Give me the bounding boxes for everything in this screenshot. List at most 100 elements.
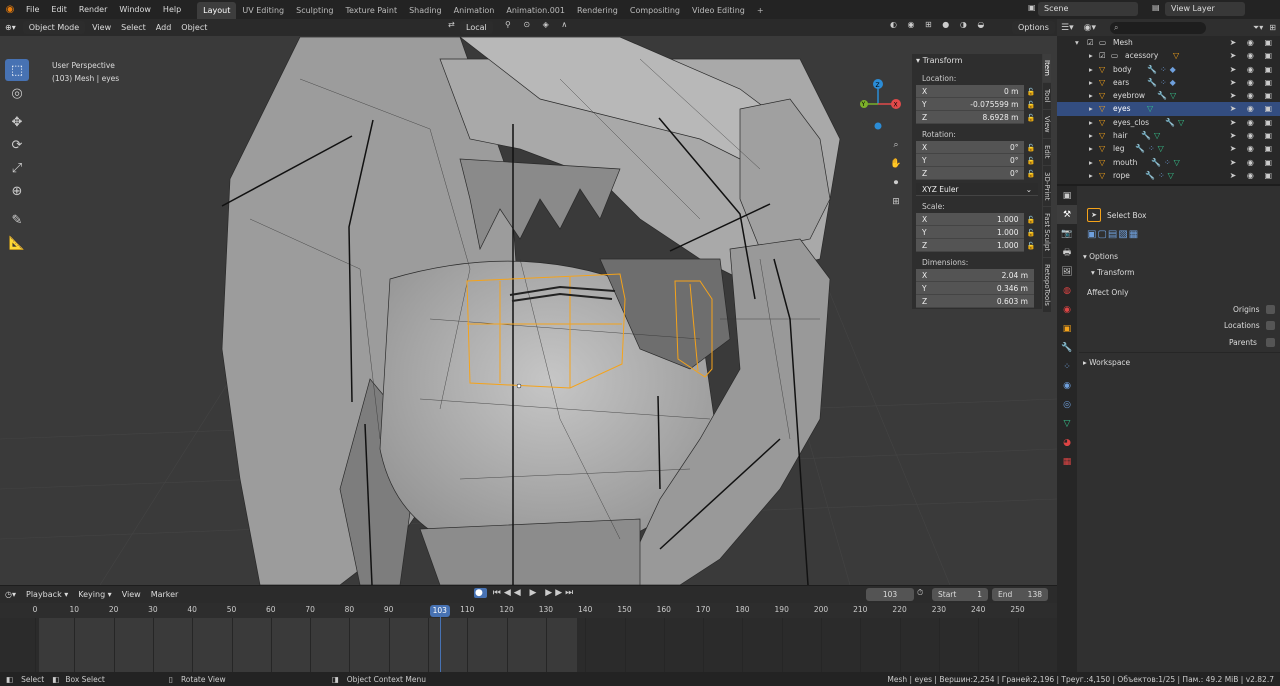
- pan-hand-icon[interactable]: ✋: [888, 156, 904, 172]
- tab-view[interactable]: View: [1043, 109, 1051, 139]
- tab-sculpting[interactable]: Sculpting: [290, 2, 339, 19]
- current-frame-field[interactable]: 103: [866, 588, 914, 601]
- material-tab-icon[interactable]: ◕: [1057, 433, 1077, 452]
- lock-icon[interactable]: 🔓: [1024, 170, 1038, 178]
- orientation-icon[interactable]: ⇄: [448, 20, 455, 29]
- navigation-gizmo[interactable]: Z X Y: [852, 74, 904, 134]
- outliner-row-body[interactable]: ▸ ▽ body 🔧⁘◆ ➤ ◉ ▣: [1057, 63, 1280, 76]
- camera-icon[interactable]: ⏺: [888, 175, 904, 191]
- render-tab-icon[interactable]: 📷: [1057, 224, 1077, 243]
- add-workspace-button[interactable]: +: [751, 2, 770, 19]
- playback-controls[interactable]: ● ⏮◀◀ ▶ ▶▶⏭: [474, 588, 576, 598]
- grid-perspective-icon[interactable]: ⊞: [888, 194, 904, 210]
- menu-view[interactable]: View: [87, 19, 116, 36]
- checkbox-icon[interactable]: ☑: [1099, 49, 1106, 62]
- expand-icon[interactable]: ▸: [1089, 102, 1093, 115]
- object-tab-icon[interactable]: ▣: [1057, 319, 1077, 338]
- lock-icon[interactable]: 🔓: [1024, 157, 1038, 165]
- origins-checkbox[interactable]: [1266, 305, 1275, 314]
- playhead-frame-badge[interactable]: 103: [429, 605, 450, 617]
- outliner-row-eyes[interactable]: ▸ ▽ eyes ▽ ➤ ◉ ▣: [1057, 102, 1280, 116]
- data-tab-icon[interactable]: ▽: [1057, 414, 1077, 433]
- menu-window[interactable]: Window: [113, 0, 157, 19]
- tab-edit[interactable]: Edit: [1043, 139, 1051, 165]
- tab-retopotools[interactable]: RetopoTools: [1043, 258, 1051, 313]
- move-tool[interactable]: ✥: [5, 111, 29, 133]
- outliner-row-hair[interactable]: ▸ ▽ hair 🔧▽ ➤ ◉ ▣: [1057, 129, 1280, 142]
- timeline-tracks[interactable]: [0, 618, 1057, 673]
- rotation-x-field[interactable]: X 0°: [916, 141, 1025, 154]
- shading-icons[interactable]: ◐ ◉ ⊞ ● ◑ ◒: [890, 20, 988, 29]
- clock-icon[interactable]: ⏱: [917, 588, 923, 598]
- dimensions-x-field[interactable]: X 2.04 m: [916, 269, 1034, 282]
- playhead-line[interactable]: [439, 611, 441, 673]
- menu-edit[interactable]: Edit: [45, 0, 73, 19]
- tab-animation-001[interactable]: Animation.001: [500, 2, 571, 19]
- outliner-row-mesh[interactable]: ▾ ☑ ▭ Mesh ➤ ◉ ▣: [1057, 36, 1280, 49]
- texture-tab-icon[interactable]: ▦: [1057, 452, 1077, 471]
- world-tab-icon[interactable]: ◉: [1057, 300, 1077, 319]
- scale-tool[interactable]: ⤢: [5, 157, 29, 179]
- workspace-panel-header[interactable]: ▸ Workspace: [1083, 358, 1130, 367]
- view-layer-icon[interactable]: ▤: [1152, 3, 1160, 12]
- scene-tab-icon[interactable]: ◍: [1057, 281, 1077, 300]
- scale-z-field[interactable]: Z 1.000: [916, 239, 1025, 252]
- rotation-z-field[interactable]: Z 0°: [916, 167, 1025, 180]
- view-layer-selector[interactable]: View Layer: [1165, 2, 1245, 16]
- output-tab-icon[interactable]: 🖶: [1057, 243, 1077, 262]
- expand-icon[interactable]: ▸: [1089, 169, 1093, 182]
- auto-key-icon[interactable]: ●: [474, 588, 487, 598]
- zoom-icon[interactable]: ⌕: [888, 137, 904, 153]
- rotate-tool[interactable]: ⟳: [5, 134, 29, 156]
- tab-video-editing[interactable]: Video Editing: [686, 2, 751, 19]
- visibility-icons[interactable]: ➤ ◉ ▣: [1230, 142, 1276, 155]
- menu-render[interactable]: Render: [73, 0, 113, 19]
- tab-item[interactable]: Item: [1043, 54, 1051, 82]
- tab-animation[interactable]: Animation: [448, 2, 501, 19]
- expand-icon[interactable]: ▸: [1089, 156, 1093, 169]
- physics-tab-icon[interactable]: ◉: [1057, 376, 1077, 395]
- selection-mode-icons[interactable]: ▣▢▤▧▦: [1087, 229, 1139, 240]
- tool-tab-icon[interactable]: ⚒: [1057, 205, 1077, 224]
- rotation-mode-dropdown[interactable]: XYZ Euler ⌄: [916, 183, 1038, 196]
- menu-help[interactable]: Help: [157, 0, 187, 19]
- checkbox-icon[interactable]: ☑: [1087, 36, 1094, 49]
- menu-marker[interactable]: Marker: [146, 586, 184, 603]
- particles-tab-icon[interactable]: ⁘: [1057, 357, 1077, 376]
- menu-keying[interactable]: Keying ▾: [73, 586, 116, 603]
- outliner-row-ears[interactable]: ▸ ▽ ears 🔧⁘◆ ➤ ◉ ▣: [1057, 76, 1280, 89]
- menu-object[interactable]: Object: [176, 19, 212, 36]
- location-z-field[interactable]: Z 8.6928 m: [916, 111, 1025, 124]
- modifier-tab-icon[interactable]: 🔧: [1057, 338, 1077, 357]
- filter-icon[interactable]: ⏷▾: [1253, 23, 1263, 33]
- visibility-icons[interactable]: ➤ ◉ ▣: [1230, 89, 1276, 102]
- scale-y-field[interactable]: Y 1.000: [916, 226, 1025, 239]
- expand-icon[interactable]: ▸: [1089, 76, 1093, 89]
- tab-layout[interactable]: Layout: [197, 2, 237, 19]
- outliner-row-acessory[interactable]: ▸ ☑ ▭ acessory ▽ ➤ ◉ ▣: [1057, 49, 1280, 62]
- search-input[interactable]: ⌕: [1109, 21, 1206, 34]
- transform-tool[interactable]: ⊕: [5, 180, 29, 202]
- parents-checkbox[interactable]: [1266, 338, 1275, 347]
- view-layer-tab-icon[interactable]: 🖼: [1057, 262, 1077, 281]
- tab-3d-print[interactable]: 3D-Print: [1043, 165, 1051, 207]
- outliner-row-eyes-clos[interactable]: ▸ ▽ eyes_clos 🔧▽ ➤ ◉ ▣: [1057, 116, 1280, 129]
- visibility-icons[interactable]: ➤ ◉ ▣: [1230, 129, 1276, 142]
- outliner-editor-icon[interactable]: ☰▾: [1061, 23, 1074, 33]
- new-collection-icon[interactable]: ⊞: [1269, 23, 1276, 32]
- lock-icon[interactable]: 🔓: [1024, 144, 1038, 152]
- outliner-row-mouth[interactable]: ▸ ▽ mouth 🔧⁘▽ ➤ ◉ ▣: [1057, 156, 1280, 169]
- select-box-tool[interactable]: ⬚: [5, 59, 29, 81]
- lock-icon[interactable]: 🔓: [1024, 88, 1038, 96]
- expand-icon[interactable]: ▸: [1089, 49, 1093, 62]
- location-y-field[interactable]: Y -0.075599 m: [916, 98, 1025, 111]
- visibility-icons[interactable]: ➤ ◉ ▣: [1230, 116, 1276, 129]
- expand-icon[interactable]: ▾: [1075, 36, 1079, 49]
- dimensions-z-field[interactable]: Z 0.603 m: [916, 295, 1034, 308]
- visibility-icons[interactable]: ➤ ◉ ▣: [1230, 63, 1276, 76]
- snap-icons[interactable]: ⚲ ⊙ ◈ ∧: [505, 20, 572, 29]
- 3d-viewport[interactable]: ⊕▾ Object Mode View Select Add Object ⇄ …: [0, 19, 1057, 585]
- tab-rendering[interactable]: Rendering: [571, 2, 624, 19]
- cursor-tool[interactable]: ◎: [5, 82, 29, 104]
- timeline-editor-icon[interactable]: ◷▾: [0, 586, 21, 603]
